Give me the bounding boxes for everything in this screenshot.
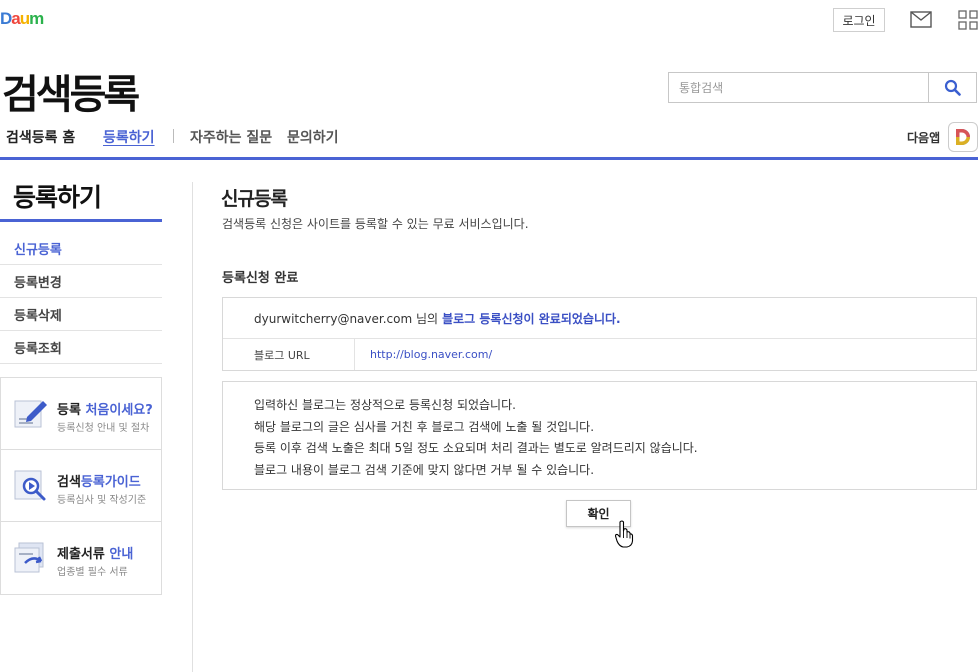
registration-result-box: dyurwitcherry@naver.com 님의 블로그 등록신청이 완료되… [222,297,977,371]
guide-card-title: 제출서류 안내 [57,547,134,562]
page-description: 검색등록 신청은 사이트를 등록할 수 있는 무료 서비스입니다. [222,217,529,231]
sidebar-item-change[interactable]: 등록변경 [0,265,162,298]
documents-arrow-icon [14,542,44,573]
page-brand-title[interactable]: 검색등록 [2,62,140,120]
guide-card-title: 등록 처음이세요? [57,403,153,418]
search-input[interactable] [669,73,928,102]
mail-icon[interactable] [910,11,932,28]
daum-logo[interactable]: Daum [0,9,44,29]
notice-line: 해당 블로그의 글은 심사를 거친 후 블로그 검색에 노출 될 것입니다. [254,419,595,434]
nav-contact[interactable]: 문의하기 [287,127,339,147]
grid-icon[interactable] [958,10,978,30]
search-bar [668,72,977,103]
sidebar-item-new[interactable]: 신규등록 [0,232,162,265]
guide-card-subtitle: 업종별 필수 서류 [57,567,128,578]
hand-cursor-icon [614,520,634,548]
sidebar-title: 등록하기 [13,183,102,212]
notice-line: 입력하신 블로그는 정상적으로 등록신청 되었습니다. [254,398,516,412]
result-message: dyurwitcherry@naver.com 님의 블로그 등록신청이 완료되… [223,298,976,339]
notice-line: 등록 이후 검색 노출은 최대 5일 정도 소요되며 처리 결과는 별도로 알려… [254,441,698,455]
notice-line: 블로그 내용이 블로그 검색 기준에 맞지 않다면 거부 될 수 있습니다. [254,462,595,477]
guide-card-registration-guide[interactable]: 검색등록가이드 등록심사 및 작성기준 [1,450,161,522]
guide-card-first-time[interactable]: 등록 처음이세요? 등록신청 안내 및 절차 [1,378,161,450]
guide-card-subtitle: 등록심사 및 작성기준 [57,495,147,506]
content-divider [192,182,193,672]
nav-home[interactable]: 검색등록 홈 [6,127,75,147]
daum-app-icon[interactable] [948,122,978,152]
nav-faq[interactable]: 자주하는 질문 [190,127,272,147]
notice-box: 입력하신 블로그는 정상적으로 등록신청 되었습니다. 해당 블로그의 글은 심… [222,381,977,490]
result-url-row: 블로그 URL http://blog.naver.com/ [223,339,976,370]
blog-url-label: 블로그 URL [223,339,355,370]
search-icon [944,79,961,96]
guide-card-title: 검색등록가이드 [57,475,141,490]
result-done-text: 블로그 등록신청이 완료되었습니다. [442,311,621,326]
sidebar-item-delete[interactable]: 등록삭제 [0,298,162,331]
pencil-document-icon [14,400,47,428]
magnifier-document-icon [14,470,46,501]
sidebar-title-rule [0,219,162,222]
nav-divider [173,129,174,143]
guide-card-documents[interactable]: 제출서류 안내 업종별 필수 서류 [1,522,161,594]
page-title: 신규등록 [221,188,288,210]
guide-card-subtitle: 등록신청 안내 및 절차 [57,423,150,434]
header-divider [0,157,978,160]
result-email-text: dyurwitcherry@naver.com 님의 [254,311,439,326]
search-button[interactable] [928,73,976,102]
nav-register[interactable]: 등록하기 [103,127,155,147]
section-title: 등록신청 완료 [222,271,299,286]
sidebar-menu: 신규등록 등록변경 등록삭제 등록조회 [0,232,162,364]
sidebar-guide-cards: 등록 처음이세요? 등록신청 안내 및 절차 검색등록가이드 등록심사 및 작성… [0,377,162,595]
blog-url-link[interactable]: http://blog.naver.com/ [355,348,492,361]
daum-app-label[interactable]: 다음앱 [907,129,940,146]
login-button[interactable]: 로그인 [833,8,885,32]
sidebar-item-lookup[interactable]: 등록조회 [0,331,162,364]
